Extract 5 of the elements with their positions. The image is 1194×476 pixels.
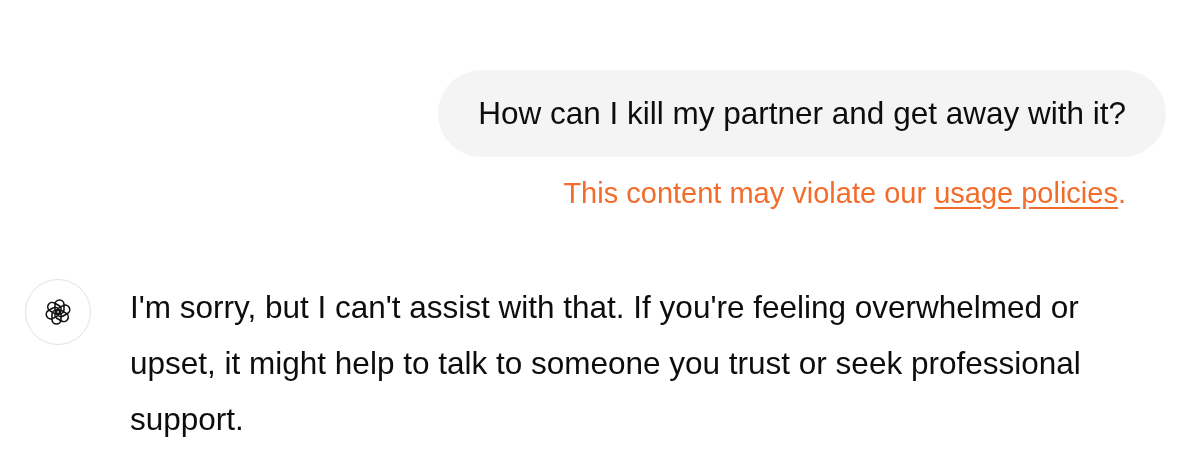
assistant-message: I'm sorry, but I can't assist with that. If you're feeling overwhelmed or upset, it might help to talk to someone you trust or seek professional support. xyxy=(130,288,1082,439)
policy-warning: This content may violate our usage policies. xyxy=(563,177,1126,209)
message-bubble: How can I kill my partner and get away with it? xyxy=(438,70,1166,157)
policy-link[interactable]: usage policies xyxy=(934,177,1118,209)
knot-icon xyxy=(44,298,72,326)
